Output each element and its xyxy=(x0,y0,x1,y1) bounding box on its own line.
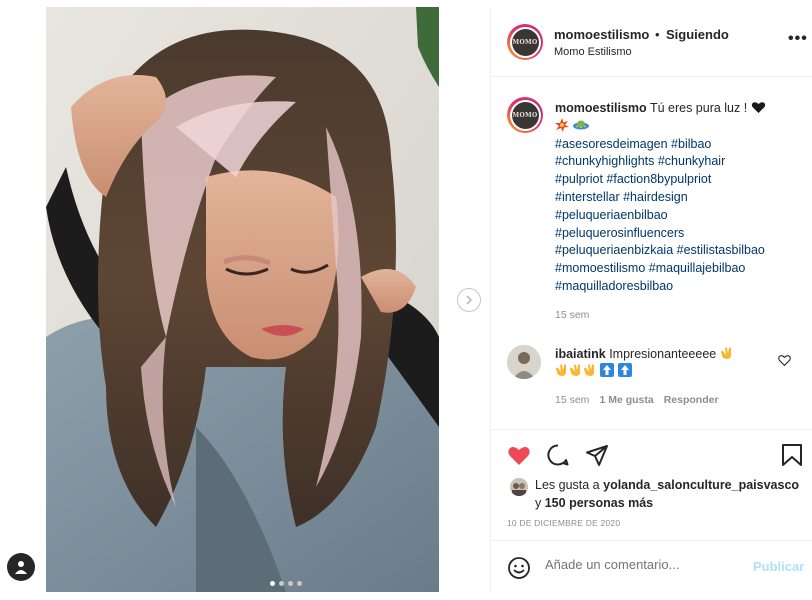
avatar-logo: MOMO xyxy=(511,101,539,129)
save-bookmark-icon[interactable] xyxy=(781,443,803,467)
hashtag-line[interactable]: #maquilladoresbilbao xyxy=(555,278,805,296)
author-username[interactable]: momoestilismo xyxy=(554,27,649,42)
black-heart-icon xyxy=(751,102,765,113)
comment-text: Impresionanteeeee xyxy=(609,347,717,361)
caption-text: Tú eres pura luz ! xyxy=(649,101,748,115)
caption-username[interactable]: momoestilismo xyxy=(555,101,647,115)
hashtag-line[interactable]: #peluqueriaenbilbao xyxy=(555,207,805,225)
post-date[interactable]: 10 DE DICIEMBRE DE 2020 xyxy=(507,518,620,528)
comment-timestamp[interactable]: 15 sem xyxy=(555,394,589,406)
hashtag-line[interactable]: #peluquerosinfluencers xyxy=(555,225,805,243)
hashtag-line[interactable]: #interstellar #hairdesign xyxy=(555,189,805,207)
carousel-dot xyxy=(279,581,284,586)
likes-connector: y xyxy=(535,496,542,510)
author-avatar[interactable]: MOMO xyxy=(507,24,543,60)
top-arrow-emoji-icon xyxy=(600,363,615,377)
clapping-hands-icon xyxy=(556,364,566,376)
chevron-right-icon xyxy=(466,295,472,305)
hashtag-line[interactable]: #pulpriot #faction8bypulpriot xyxy=(555,171,805,189)
comment-likes-count[interactable]: 1 Me gusta xyxy=(599,394,653,406)
emoji-picker-icon[interactable] xyxy=(507,556,531,580)
post-caption: momoestilismo Tú eres pura luz ! #asesor… xyxy=(555,100,805,296)
caption-avatar[interactable]: MOMO xyxy=(507,97,543,133)
post-side-panel: MOMO momoestilismo • Siguiendo Momo Esti… xyxy=(490,7,812,592)
clapping-hands-icon xyxy=(584,364,594,376)
separator-dot: • xyxy=(655,27,660,42)
more-options-icon[interactable]: ••• xyxy=(788,31,808,47)
comment-meta: 15 sem 1 Me gusta Responder xyxy=(555,394,719,406)
liker-username[interactable]: yolanda_salonculture_paisvasco xyxy=(603,478,799,492)
author-subtitle[interactable]: Momo Estilismo xyxy=(554,46,632,58)
user-icon xyxy=(15,561,27,574)
post-header: MOMO momoestilismo • Siguiendo Momo Esti… xyxy=(491,7,812,77)
liker-photo xyxy=(510,478,528,496)
share-icon[interactable] xyxy=(585,443,609,467)
liker-avatar[interactable] xyxy=(510,478,528,496)
comment-like-heart-icon[interactable] xyxy=(778,354,791,366)
post-image[interactable] xyxy=(46,7,439,592)
likes-summary: Les gusta a yolanda_salonculture_paisvas… xyxy=(535,476,805,512)
caption-timestamp[interactable]: 15 sem xyxy=(555,309,589,321)
reply-button[interactable]: Responder xyxy=(664,394,719,406)
carousel-dot-active xyxy=(270,581,275,586)
carousel-next-button[interactable] xyxy=(457,288,481,312)
hashtag-list: #asesoresdeimagen #bilbao #chunkyhighlig… xyxy=(555,136,805,296)
hashtag-line[interactable]: #chunkyhighlights #chunkyhair xyxy=(555,153,805,171)
actions-divider xyxy=(491,429,812,431)
top-arrow-emoji-icon xyxy=(617,363,632,377)
hashtag-line[interactable]: #peluqueriaenbizkaia #estilistasbilbao xyxy=(555,242,805,260)
user-profile-button[interactable] xyxy=(7,553,35,581)
commenter-photo xyxy=(507,345,541,379)
clapping-hands-icon xyxy=(570,364,580,376)
likes-others-count[interactable]: 150 personas más xyxy=(545,496,653,510)
flying-saucer-emoji-icon xyxy=(573,120,590,130)
comment-form: Publicar xyxy=(491,540,812,592)
following-button[interactable]: Siguiendo xyxy=(666,27,729,42)
avatar-logo: MOMO xyxy=(511,28,539,56)
commenter-avatar[interactable] xyxy=(507,345,541,379)
collision-emoji-icon xyxy=(555,117,569,132)
commenter-username[interactable]: ibaiatink xyxy=(555,347,606,361)
publish-button[interactable]: Publicar xyxy=(753,559,804,574)
comment-icon[interactable] xyxy=(546,443,570,467)
comment-input[interactable] xyxy=(545,557,735,572)
carousel-dot xyxy=(288,581,293,586)
carousel-indicator xyxy=(270,581,302,586)
like-heart-icon[interactable] xyxy=(507,444,531,466)
hashtag-line[interactable]: #momoestilismo #maquillajebilbao xyxy=(555,260,805,278)
hashtag-line[interactable]: #asesoresdeimagen #bilbao xyxy=(555,136,805,154)
comment-body: ibaiatink Impresionanteeeee xyxy=(555,346,755,380)
clapping-hands-icon xyxy=(720,347,731,359)
carousel-dot xyxy=(297,581,302,586)
likes-prefix: Les gusta a xyxy=(535,478,600,492)
